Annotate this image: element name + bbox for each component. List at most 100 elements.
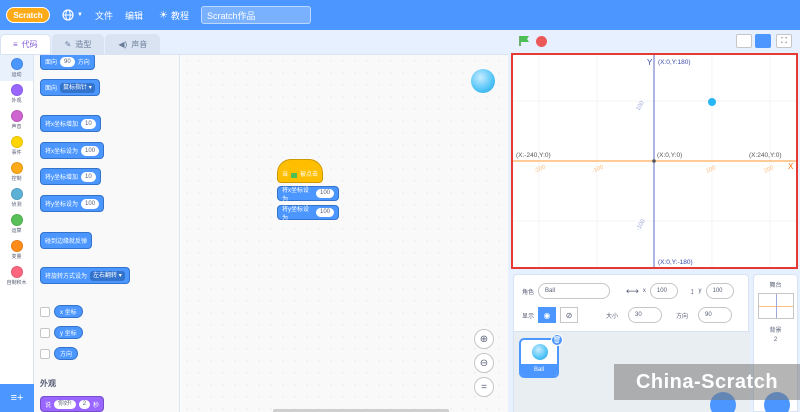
tab-sounds-label: 声音	[131, 40, 148, 49]
category-label: 声音	[11, 124, 22, 130]
category-item[interactable]: 自制积木	[0, 263, 33, 289]
edit-menu[interactable]: 编辑	[125, 9, 143, 22]
eye-slash-icon: ⊘	[565, 310, 573, 320]
tick-label: -100	[636, 218, 648, 232]
tab-code[interactable]: ≡ 代码	[0, 34, 51, 54]
tick-label: 200	[763, 165, 775, 175]
tick-label: -200	[533, 164, 547, 175]
y-position-reporter[interactable]: y 坐标	[54, 326, 83, 339]
category-color-icon	[10, 214, 23, 226]
language-menu[interactable]: ▼	[62, 9, 83, 21]
zoom-in-icon: ⊕	[479, 333, 489, 345]
point-towards-block[interactable]: 面向 鼠标指针 ▾	[40, 79, 100, 96]
reporter-text: 方向	[60, 352, 73, 358]
hide-sprite-button[interactable]: ⊘	[560, 307, 579, 323]
category-item[interactable]: 变量	[0, 237, 33, 263]
category-label: 外观	[11, 98, 22, 104]
block-text: 将x坐标设为	[282, 187, 310, 203]
stop-button[interactable]	[536, 35, 547, 47]
script-set-x-block[interactable]: 将x坐标设为 100	[277, 186, 339, 203]
block-input[interactable]: 100	[315, 189, 334, 198]
tab-sounds[interactable]: ◀) 声音	[105, 34, 161, 54]
category-item[interactable]: 声音	[0, 107, 33, 133]
backdrop-label: 背景	[769, 328, 782, 334]
set-rotation-style-block[interactable]: 将旋转方式设为 左右翻转 ▾	[40, 267, 130, 284]
chevron-down-icon: ▼	[77, 12, 83, 18]
category-item[interactable]: 外观	[0, 81, 33, 107]
block-text: 将x坐标增加	[45, 122, 79, 128]
category-label: 侦测	[11, 202, 22, 208]
block-input[interactable]: 90	[60, 56, 75, 67]
scratch-logo[interactable]: Scratch	[6, 7, 50, 23]
bottom-coordinate-label: (X:0,Y:-180)	[658, 259, 693, 266]
category-item[interactable]: 运算	[0, 211, 33, 237]
script-set-y-block[interactable]: 将y坐标设为 100	[277, 205, 339, 222]
file-menu[interactable]: 文件	[95, 9, 113, 22]
show-sprite-button[interactable]: ◉	[538, 307, 557, 323]
when-flag-clicked-block[interactable]: 当 被点击	[277, 159, 323, 183]
scripts-area[interactable]: 当 被点击 将x坐标设为 100 将y坐标设为 100 ⊕ ⊖ =	[181, 55, 508, 412]
zoom-out-button[interactable]: ⊖	[474, 353, 494, 373]
eye-icon: ◉	[543, 310, 551, 320]
direction-row: 方向 90	[676, 305, 733, 325]
equals-icon: =	[481, 381, 487, 393]
tutorials-menu[interactable]: ☀ 教程	[159, 9, 189, 22]
x-position-checkbox[interactable]	[40, 307, 50, 317]
x-input[interactable]: 100	[649, 283, 678, 299]
small-stage-button[interactable]	[736, 34, 752, 48]
stage[interactable]: Y X (X:0,Y:180) (X:0,Y:-180) (X:-240,Y:0…	[511, 53, 798, 269]
show-row: 显示 ◉ ⊘	[522, 305, 579, 325]
category-item[interactable]: 控制	[0, 159, 33, 185]
category-color-icon	[10, 188, 23, 200]
block-input[interactable]: 10	[81, 171, 96, 182]
sprite-name-input[interactable]: Ball	[538, 283, 611, 299]
project-title-input[interactable]	[200, 6, 311, 24]
direction-input[interactable]: 90	[698, 307, 733, 323]
y-input[interactable]: 100	[705, 283, 734, 299]
zoom-in-button[interactable]: ⊕	[474, 329, 494, 349]
block-input[interactable]: 10	[81, 118, 96, 129]
category-item[interactable]: 事件	[0, 133, 33, 159]
green-flag-button[interactable]	[518, 35, 530, 47]
x-position-reporter[interactable]: x 坐标	[54, 305, 83, 318]
point-towards-dropdown[interactable]: 鼠标指针 ▾	[60, 82, 95, 93]
delete-sprite-button[interactable]: 🗑	[551, 334, 563, 346]
size-value: 30	[635, 312, 642, 318]
category-item[interactable]: 侦测	[0, 185, 33, 211]
rotation-style-dropdown[interactable]: 左右翻转 ▾	[90, 270, 125, 281]
y-position-checkbox[interactable]	[40, 328, 50, 338]
edit-menu-label: 编辑	[124, 10, 143, 21]
direction-checkbox[interactable]	[40, 349, 50, 359]
change-x-block[interactable]: 将x坐标增加 10	[40, 115, 101, 132]
block-input[interactable]: 你好!	[54, 399, 76, 409]
editor-tabs: ≡ 代码 ✎ 造型 ◀) 声音	[0, 34, 161, 54]
dropdown-value: 左右翻转	[93, 272, 118, 279]
block-input[interactable]: 100	[81, 198, 100, 209]
block-input[interactable]: 100	[81, 145, 100, 156]
bounce-on-edge-block[interactable]: 碰到边缘就反弹	[40, 232, 93, 249]
reporter-text: y 坐标	[60, 331, 77, 337]
add-extension-button[interactable]: ≡+	[0, 384, 34, 412]
category-color-icon	[10, 58, 23, 70]
category-color-icon	[10, 240, 23, 252]
block-input[interactable]: 100	[315, 208, 334, 217]
category-menu: 运动外观声音事件 控制侦测运算 变量 自制积木	[0, 55, 34, 385]
say-for-secs-block[interactable]: 说 你好! 2 秒	[40, 396, 105, 412]
tab-costumes[interactable]: ✎ 造型	[51, 34, 105, 54]
origin-point	[652, 159, 656, 163]
zoom-reset-button[interactable]: =	[474, 377, 494, 397]
block-input[interactable]: 2	[78, 399, 91, 409]
normal-stage-button[interactable]	[755, 34, 771, 48]
ball-sprite[interactable]	[708, 98, 716, 106]
block-text: 将y坐标设为	[282, 206, 310, 222]
origin-coordinate-label: (X:0,Y:0)	[657, 152, 682, 159]
fullscreen-button[interactable]: ⛶	[776, 34, 792, 48]
set-y-block[interactable]: 将y坐标设为 100	[40, 195, 105, 212]
block-text: 被点击	[300, 172, 319, 178]
point-in-direction-block[interactable]: 面向 90 方向	[40, 55, 95, 70]
size-input[interactable]: 30	[628, 307, 663, 323]
direction-reporter[interactable]: 方向	[54, 347, 79, 360]
set-x-block[interactable]: 将x坐标设为 100	[40, 142, 105, 159]
category-item[interactable]: 运动	[0, 55, 33, 81]
change-y-block[interactable]: 将y坐标增加 10	[40, 168, 101, 185]
